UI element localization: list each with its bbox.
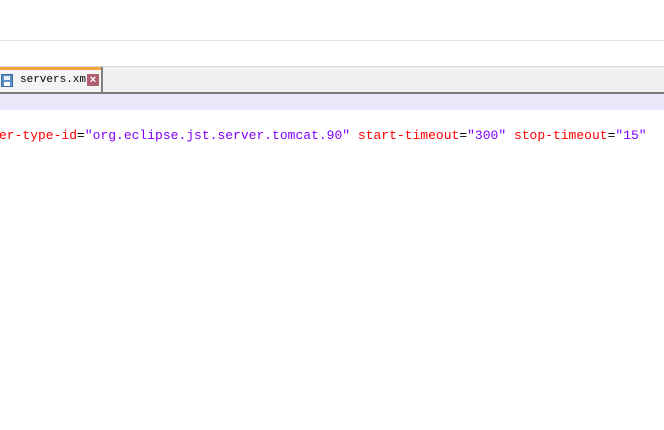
save-icon [1, 74, 13, 87]
attribute-value: "org.eclipse.jst.server.tomcat.90" [84, 128, 351, 143]
toolbar-divider [0, 40, 664, 41]
equals-sign: = [77, 128, 85, 143]
attribute-value: "15" [615, 128, 647, 143]
equals-sign: = [459, 128, 468, 143]
active-tab-accent [0, 67, 101, 70]
tab-servers-xml[interactable]: servers.xml × [0, 67, 103, 92]
attribute-name: stop-timeout [513, 128, 608, 143]
tab-label: servers.xml [20, 74, 93, 86]
attribute-name: start-timeout [357, 128, 460, 143]
close-icon[interactable]: × [87, 74, 99, 86]
attribute-value: "300" [467, 128, 507, 143]
current-line-highlight [0, 94, 664, 110]
code-line[interactable]: er-type-id="org.eclipse.jst.server.tomca… [0, 128, 647, 143]
attribute-name: er-type-id [0, 128, 78, 143]
